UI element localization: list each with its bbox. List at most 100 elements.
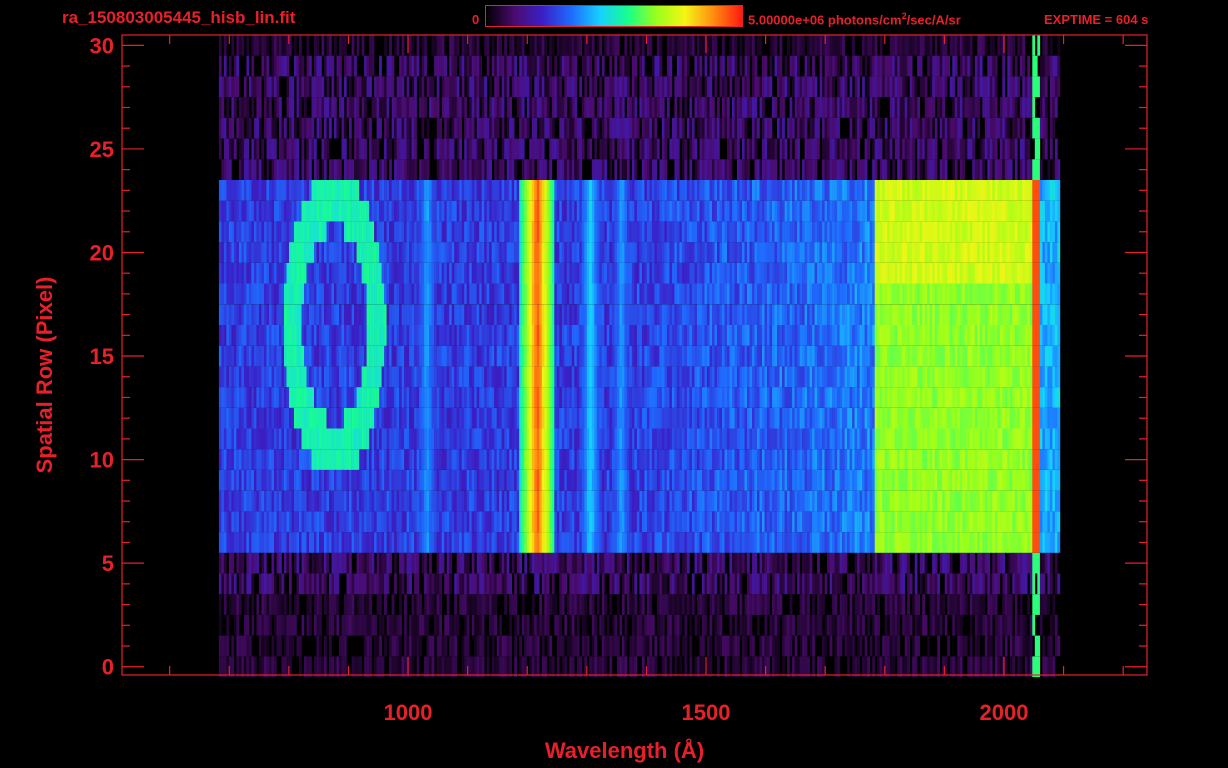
- heatmap-cell: [354, 470, 357, 491]
- heatmap-cell: [1047, 532, 1051, 553]
- heatmap-cell: [937, 511, 940, 533]
- heatmap-cell: [241, 345, 245, 367]
- heatmap-cell: [556, 490, 560, 512]
- heatmap-cell: [604, 490, 608, 512]
- heatmap-cell: [241, 656, 245, 678]
- heatmap-cell: [774, 449, 778, 470]
- heatmap-cell: [684, 407, 688, 429]
- heatmap-cell: [584, 573, 588, 595]
- heatmap-cell: [1012, 407, 1016, 429]
- heatmap-cell: [699, 428, 703, 450]
- heatmap-cell: [912, 490, 915, 512]
- heatmap-cell: [439, 573, 442, 595]
- heatmap-cell: [691, 387, 695, 408]
- heatmap-cell: [364, 490, 367, 512]
- heatmap-cell: [1009, 532, 1013, 553]
- heatmap-cell: [779, 532, 783, 553]
- heatmap-cell: [449, 407, 452, 429]
- heatmap-cell: [331, 325, 335, 346]
- heatmap-cell: [369, 345, 372, 367]
- heatmap-cell: [456, 573, 460, 595]
- heatmap-cell: [546, 594, 550, 615]
- heatmap-cell: [246, 470, 250, 491]
- heatmap-cell: [722, 490, 725, 512]
- heatmap-cell: [491, 614, 495, 636]
- heatmap-cell: [1037, 552, 1041, 574]
- heatmap-cell: [594, 345, 598, 367]
- heatmap-cell: [661, 449, 665, 470]
- heatmap-cell: [626, 387, 630, 408]
- heatmap-cell: [717, 614, 720, 636]
- heatmap-cell: [867, 345, 870, 367]
- heatmap-cell: [424, 325, 427, 346]
- heatmap-cell: [594, 614, 598, 636]
- heatmap-cell: [1027, 449, 1031, 470]
- heatmap-cell: [243, 387, 247, 408]
- heatmap-cell: [676, 594, 680, 615]
- heatmap-cell: [506, 428, 510, 450]
- heatmap-cell: [1034, 428, 1038, 450]
- heatmap-cell: [681, 428, 685, 450]
- heatmap-cell: [409, 407, 412, 429]
- heatmap-cell: [899, 345, 903, 367]
- heatmap-cell: [599, 366, 603, 388]
- heatmap-cell: [476, 345, 480, 367]
- heatmap-cell: [626, 532, 630, 553]
- heatmap-cell: [571, 635, 575, 657]
- heatmap-cell: [844, 387, 848, 408]
- heatmap-cell: [857, 449, 860, 470]
- heatmap-cell: [414, 532, 417, 553]
- heatmap-cell: [684, 490, 688, 512]
- heatmap-cell: [291, 470, 295, 491]
- heatmap-cell: [289, 552, 292, 574]
- heatmap-cell: [509, 407, 512, 429]
- heatmap-cell: [574, 387, 578, 408]
- heatmap-cell: [276, 614, 280, 636]
- heatmap-cell: [419, 387, 422, 408]
- heatmap-cell: [877, 490, 880, 512]
- heatmap-cell: [752, 573, 755, 595]
- heatmap-cell: [564, 428, 568, 450]
- heatmap-cell: [294, 345, 297, 367]
- heatmap-cell: [922, 532, 925, 553]
- heatmap-cell: [424, 656, 427, 678]
- heatmap-cell: [566, 449, 570, 470]
- heatmap-cell: [639, 511, 643, 533]
- heatmap-cell: [924, 428, 928, 450]
- heatmap-cell: [1052, 532, 1056, 553]
- heatmap-cell: [401, 532, 405, 553]
- heatmap-cell: [874, 511, 878, 533]
- heatmap-cell: [284, 345, 287, 367]
- heatmap-cell: [989, 635, 993, 657]
- heatmap-cell: [544, 656, 548, 678]
- heatmap-cell: [591, 511, 595, 533]
- heatmap-cell: [947, 449, 950, 470]
- heatmap-cell: [336, 428, 340, 450]
- heatmap-cell: [616, 594, 620, 615]
- heatmap-cell: [381, 449, 385, 470]
- heatmap-cell: [421, 552, 425, 574]
- heatmap-cell: [584, 532, 588, 553]
- heatmap-cell: [394, 345, 397, 367]
- heatmap-cell: [401, 345, 405, 367]
- heatmap-cell: [812, 449, 815, 470]
- heatmap-cell: [394, 656, 397, 678]
- heatmap-cell: [927, 345, 930, 367]
- heatmap-cell: [399, 470, 402, 491]
- heatmap-cell: [344, 490, 347, 512]
- heatmap-cell: [404, 366, 407, 388]
- heatmap-cell: [509, 449, 512, 470]
- heatmap-cell: [466, 490, 470, 512]
- heatmap-cell: [661, 573, 665, 595]
- heatmap-cell: [649, 532, 653, 553]
- heatmap-cell: [218, 345, 222, 367]
- heatmap-cell: [579, 470, 583, 491]
- heatmap-cell: [879, 428, 883, 450]
- heatmap-cell: [269, 490, 272, 512]
- heatmap-cell: [857, 428, 860, 450]
- heatmap-cell: [809, 490, 813, 512]
- heatmap-cell: [727, 594, 730, 615]
- heatmap-cell: [599, 656, 603, 678]
- heatmap-cell: [289, 635, 292, 657]
- heatmap-cell: [491, 470, 495, 491]
